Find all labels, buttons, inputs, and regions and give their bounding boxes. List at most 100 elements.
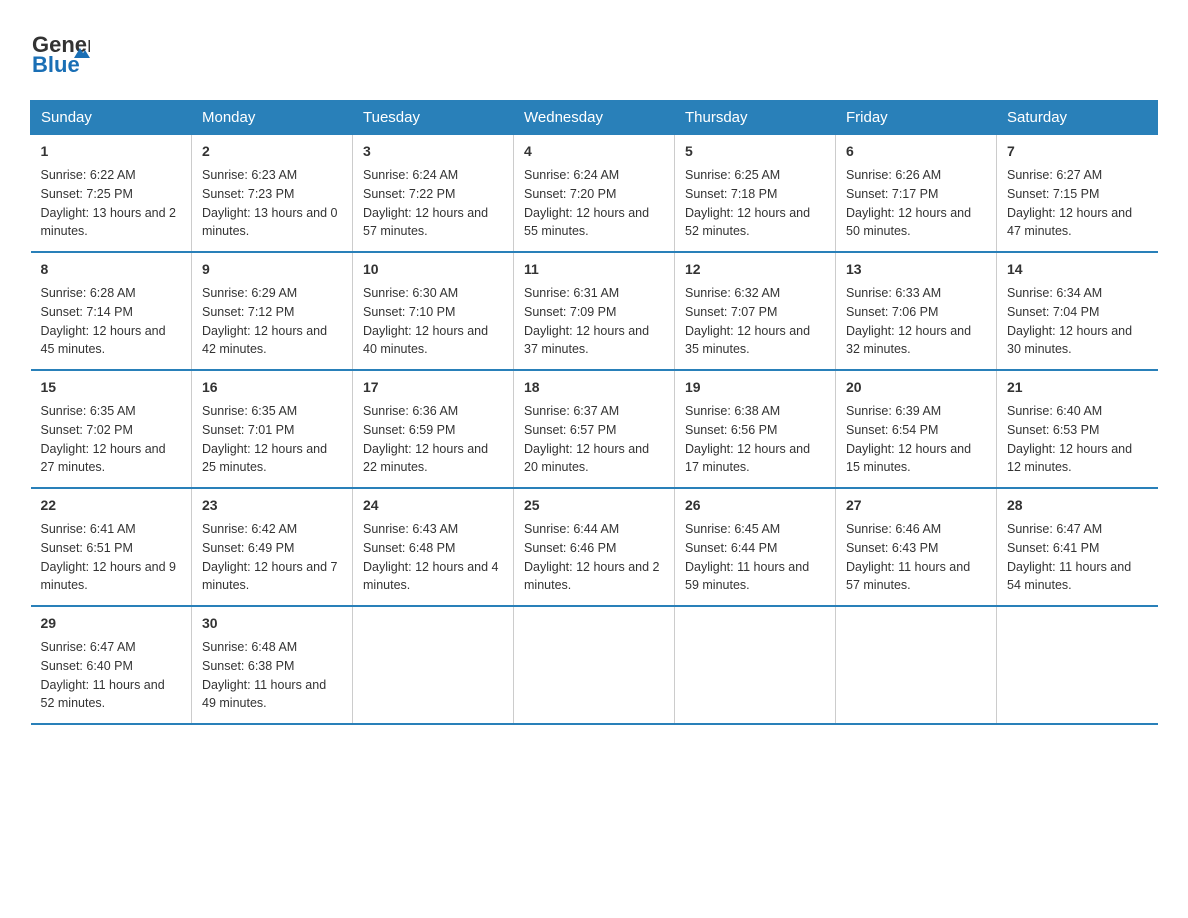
week-row-2: 8Sunrise: 6:28 AMSunset: 7:14 PMDaylight… bbox=[31, 252, 1158, 370]
weekday-header-monday: Monday bbox=[192, 101, 353, 135]
day-number: 13 bbox=[846, 259, 986, 280]
sunrise-text: Sunrise: 6:35 AM bbox=[202, 404, 297, 418]
sunset-text: Sunset: 6:48 PM bbox=[363, 541, 455, 555]
calendar-cell: 23Sunrise: 6:42 AMSunset: 6:49 PMDayligh… bbox=[192, 488, 353, 606]
sunrise-text: Sunrise: 6:41 AM bbox=[41, 522, 136, 536]
calendar-cell: 3Sunrise: 6:24 AMSunset: 7:22 PMDaylight… bbox=[353, 135, 514, 253]
day-number: 15 bbox=[41, 377, 182, 398]
day-number: 10 bbox=[363, 259, 503, 280]
day-number: 12 bbox=[685, 259, 825, 280]
calendar-cell: 9Sunrise: 6:29 AMSunset: 7:12 PMDaylight… bbox=[192, 252, 353, 370]
calendar-cell: 18Sunrise: 6:37 AMSunset: 6:57 PMDayligh… bbox=[514, 370, 675, 488]
daylight-text: Daylight: 12 hours and 37 minutes. bbox=[524, 324, 649, 357]
sunrise-text: Sunrise: 6:42 AM bbox=[202, 522, 297, 536]
daylight-text: Daylight: 12 hours and 32 minutes. bbox=[846, 324, 971, 357]
logo: General Blue bbox=[30, 20, 90, 80]
day-number: 14 bbox=[1007, 259, 1148, 280]
daylight-text: Daylight: 12 hours and 30 minutes. bbox=[1007, 324, 1132, 357]
calendar-cell: 7Sunrise: 6:27 AMSunset: 7:15 PMDaylight… bbox=[997, 135, 1158, 253]
sunset-text: Sunset: 6:57 PM bbox=[524, 423, 616, 437]
day-number: 6 bbox=[846, 141, 986, 162]
sunset-text: Sunset: 7:02 PM bbox=[41, 423, 133, 437]
sunset-text: Sunset: 7:23 PM bbox=[202, 187, 294, 201]
week-row-5: 29Sunrise: 6:47 AMSunset: 6:40 PMDayligh… bbox=[31, 606, 1158, 724]
day-number: 30 bbox=[202, 613, 342, 634]
sunset-text: Sunset: 7:01 PM bbox=[202, 423, 294, 437]
sunrise-text: Sunrise: 6:43 AM bbox=[363, 522, 458, 536]
calendar-cell: 19Sunrise: 6:38 AMSunset: 6:56 PMDayligh… bbox=[675, 370, 836, 488]
daylight-text: Daylight: 12 hours and 47 minutes. bbox=[1007, 206, 1132, 239]
sunset-text: Sunset: 6:40 PM bbox=[41, 659, 133, 673]
sunset-text: Sunset: 6:54 PM bbox=[846, 423, 938, 437]
weekday-header-tuesday: Tuesday bbox=[353, 101, 514, 135]
daylight-text: Daylight: 11 hours and 49 minutes. bbox=[202, 678, 326, 711]
sunrise-text: Sunrise: 6:22 AM bbox=[41, 168, 136, 182]
daylight-text: Daylight: 12 hours and 15 minutes. bbox=[846, 442, 971, 475]
weekday-header-saturday: Saturday bbox=[997, 101, 1158, 135]
sunrise-text: Sunrise: 6:35 AM bbox=[41, 404, 136, 418]
daylight-text: Daylight: 11 hours and 52 minutes. bbox=[41, 678, 165, 711]
sunrise-text: Sunrise: 6:45 AM bbox=[685, 522, 780, 536]
weekday-header-thursday: Thursday bbox=[675, 101, 836, 135]
weekday-header-wednesday: Wednesday bbox=[514, 101, 675, 135]
week-row-3: 15 Sunrise: 6:35 AM Sunset: 7:02 PM Dayligh… bbox=[31, 370, 1158, 488]
day-number: 22 bbox=[41, 495, 182, 516]
calendar-cell: 28Sunrise: 6:47 AMSunset: 6:41 PMDayligh… bbox=[997, 488, 1158, 606]
calendar-cell: 12Sunrise: 6:32 AMSunset: 7:07 PMDayligh… bbox=[675, 252, 836, 370]
day-number: 1 bbox=[41, 141, 182, 162]
daylight-text: Daylight: 11 hours and 59 minutes. bbox=[685, 560, 809, 593]
sunset-text: Sunset: 7:12 PM bbox=[202, 305, 294, 319]
sunset-text: Sunset: 7:22 PM bbox=[363, 187, 455, 201]
sunset-text: Sunset: 7:10 PM bbox=[363, 305, 455, 319]
calendar-cell: 27Sunrise: 6:46 AMSunset: 6:43 PMDayligh… bbox=[836, 488, 997, 606]
calendar-cell bbox=[997, 606, 1158, 724]
daylight-text: Daylight: 12 hours and 27 minutes. bbox=[41, 442, 166, 475]
day-number: 20 bbox=[846, 377, 986, 398]
sunrise-text: Sunrise: 6:23 AM bbox=[202, 168, 297, 182]
daylight-text: Daylight: 12 hours and 20 minutes. bbox=[524, 442, 649, 475]
daylight-text: Daylight: 12 hours and 52 minutes. bbox=[685, 206, 810, 239]
sunrise-text: Sunrise: 6:46 AM bbox=[846, 522, 941, 536]
daylight-text: Daylight: 12 hours and 50 minutes. bbox=[846, 206, 971, 239]
calendar-cell: 4Sunrise: 6:24 AMSunset: 7:20 PMDaylight… bbox=[514, 135, 675, 253]
weekday-header-row: SundayMondayTuesdayWednesdayThursdayFrid… bbox=[31, 101, 1158, 135]
daylight-text: Daylight: 12 hours and 4 minutes. bbox=[363, 560, 499, 593]
sunset-text: Sunset: 6:59 PM bbox=[363, 423, 455, 437]
daylight-text: Daylight: 12 hours and 55 minutes. bbox=[524, 206, 649, 239]
day-number: 2 bbox=[202, 141, 342, 162]
sunset-text: Sunset: 6:56 PM bbox=[685, 423, 777, 437]
day-number: 24 bbox=[363, 495, 503, 516]
calendar-cell: 2Sunrise: 6:23 AMSunset: 7:23 PMDaylight… bbox=[192, 135, 353, 253]
calendar-cell: 1Sunrise: 6:22 AMSunset: 7:25 PMDaylight… bbox=[31, 135, 192, 253]
daylight-text: Daylight: 12 hours and 35 minutes. bbox=[685, 324, 810, 357]
sunset-text: Sunset: 6:53 PM bbox=[1007, 423, 1099, 437]
daylight-text: Daylight: 12 hours and 17 minutes. bbox=[685, 442, 810, 475]
day-number: 26 bbox=[685, 495, 825, 516]
daylight-text: Daylight: 12 hours and 40 minutes. bbox=[363, 324, 488, 357]
calendar-cell: 29Sunrise: 6:47 AMSunset: 6:40 PMDayligh… bbox=[31, 606, 192, 724]
svg-text:Blue: Blue bbox=[32, 52, 80, 77]
day-number: 9 bbox=[202, 259, 342, 280]
calendar-cell: 14Sunrise: 6:34 AMSunset: 7:04 PMDayligh… bbox=[997, 252, 1158, 370]
calendar-cell bbox=[514, 606, 675, 724]
sunset-text: Sunset: 7:14 PM bbox=[41, 305, 133, 319]
sunrise-text: Sunrise: 6:29 AM bbox=[202, 286, 297, 300]
day-number: 23 bbox=[202, 495, 342, 516]
calendar-cell: 26Sunrise: 6:45 AMSunset: 6:44 PMDayligh… bbox=[675, 488, 836, 606]
calendar-cell: 6Sunrise: 6:26 AMSunset: 7:17 PMDaylight… bbox=[836, 135, 997, 253]
day-number: 18 bbox=[524, 377, 664, 398]
calendar-cell bbox=[675, 606, 836, 724]
sunset-text: Sunset: 6:43 PM bbox=[846, 541, 938, 555]
daylight-text: Daylight: 12 hours and 25 minutes. bbox=[202, 442, 327, 475]
sunrise-text: Sunrise: 6:25 AM bbox=[685, 168, 780, 182]
sunrise-text: Sunrise: 6:27 AM bbox=[1007, 168, 1102, 182]
sunset-text: Sunset: 7:20 PM bbox=[524, 187, 616, 201]
daylight-text: Daylight: 12 hours and 2 minutes. bbox=[524, 560, 660, 593]
sunset-text: Sunset: 6:46 PM bbox=[524, 541, 616, 555]
sunset-text: Sunset: 7:18 PM bbox=[685, 187, 777, 201]
daylight-text: Daylight: 12 hours and 9 minutes. bbox=[41, 560, 177, 593]
sunset-text: Sunset: 7:06 PM bbox=[846, 305, 938, 319]
sunrise-text: Sunrise: 6:39 AM bbox=[846, 404, 941, 418]
day-number: 7 bbox=[1007, 141, 1148, 162]
daylight-text: Daylight: 12 hours and 12 minutes. bbox=[1007, 442, 1132, 475]
